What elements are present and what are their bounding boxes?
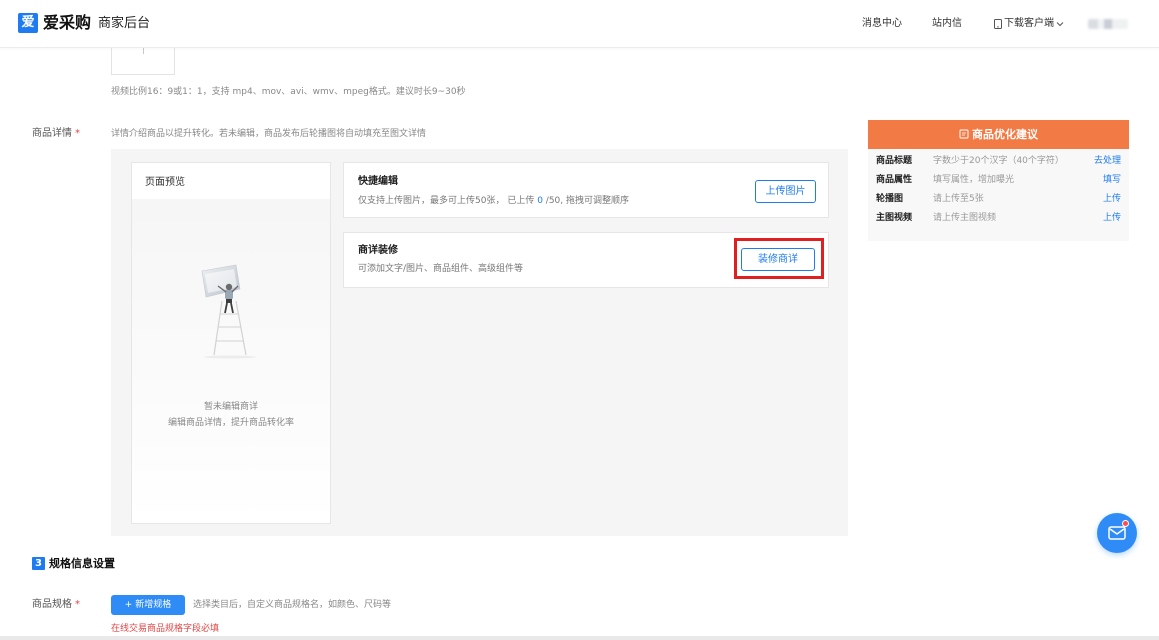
section-number-badge: 3 [32,557,45,570]
suggestion-tip: 字数少于20个汉字（40个字符） [933,156,1064,166]
spec-label-text: 商品规格 [32,599,72,610]
suggestion-name: 轮播图 [876,194,904,204]
detail-hint: 详情介绍商品以提升转化。若未编辑，商品发布后轮播图将自动填充至图文详情 [111,129,427,139]
spec-label: 商品规格 * [32,598,80,612]
mail-icon [1108,526,1126,540]
suggestion-tip: 请上传主图视频 [933,213,997,223]
detail-label: 商品详情 * [32,127,80,141]
clipboard-icon [959,129,969,139]
detail-label-text: 商品详情 [32,128,72,139]
nav-site-messages[interactable]: 站内信 [932,17,962,31]
page-preview-panel: 页面预览 暂未编辑商详 编辑商品详情，提升商品转化率 [131,162,331,524]
quick-edit-desc-suffix: /50, 拖拽可调整顺序 [542,196,629,206]
chevron-down-icon [1056,22,1064,27]
nav-download-label: 下载客户端 [1004,18,1054,29]
quick-edit-desc: 仅支持上传图片，最多可上传50张， 已上传 0 /50, 拖拽可调整顺序 [358,195,629,208]
highlight-box [734,238,824,279]
add-spec-button[interactable]: + 新增规格 [111,595,185,615]
required-mark: * [75,128,80,139]
suggestion-tip: 请上传至5张 [933,194,984,204]
spec-error-message: 在线交易商品规格字段必填 [111,624,220,634]
suggestion-name: 主图视频 [876,213,913,223]
quick-edit-title: 快捷编辑 [358,176,398,187]
quick-edit-desc-prefix: 仅支持上传图片，最多可上传50张， 已上传 [358,196,538,206]
suggestion-row: 商品属性 填写属性，增加曝光 填写 [868,172,1129,188]
top-header: 爱 爱采购 商家后台 消息中心 站内信 下载客户端 [0,0,1159,48]
preview-title: 页面预览 [145,177,185,188]
spec-hint: 选择类目后，自定义商品规格名，如颜色、尺码等 [193,600,392,610]
suggestion-action-fill[interactable]: 填写 [1103,172,1121,188]
phone-icon [994,19,1002,29]
user-avatar[interactable] [1088,19,1128,29]
suggestion-action-upload-carousel[interactable]: 上传 [1103,191,1121,207]
upload-image-button[interactable]: 上传图片 [755,180,816,203]
empty-text-line2: 编辑商品详情，提升商品转化率 [167,418,294,428]
suggestion-name: 商品属性 [876,175,913,185]
suggestion-row: 主图视频 请上传主图视频 上传 [868,210,1129,226]
suggestion-action-upload-video[interactable]: 上传 [1103,210,1121,226]
suggestion-row: 轮播图 请上传至5张 上传 [868,191,1129,207]
suggestion-header: 商品优化建议 [868,120,1129,149]
notification-dot [1122,520,1129,527]
floating-message-button[interactable] [1097,513,1137,553]
nav-message-center[interactable]: 消息中心 [862,17,902,31]
app-subtitle: 商家后台 [98,16,151,31]
empty-illustration-icon [201,264,256,359]
decor-title: 商详装修 [358,245,398,256]
quick-edit-card: 快捷编辑 仅支持上传图片，最多可上传50张， 已上传 0 /50, 拖拽可调整顺… [343,162,829,218]
suggestion-list: 商品标题 字数少于20个汉字（40个字符） 去处理 商品属性 填写属性，增加曝光… [868,149,1129,241]
suggestion-name: 商品标题 [876,156,913,166]
suggestion-row: 商品标题 字数少于20个汉字（40个字符） 去处理 [868,153,1129,169]
page-bottom-edge [0,636,1159,640]
nav-download-client[interactable]: 下载客户端 [994,17,1064,31]
logo-icon[interactable]: 爱 [18,13,38,33]
empty-text-line1: 暂未编辑商详 [203,402,258,412]
suggestion-title: 商品优化建议 [972,128,1038,141]
required-mark: * [75,599,80,610]
logo-text[interactable]: 爱采购 [43,13,91,33]
decor-desc: 可添加文字/图片、商品组件、高级组件等 [358,264,524,274]
video-format-hint: 视频比例16：9或1：1，支持 mp4、mov、avi、wmv、mpeg格式。建… [111,87,466,97]
suggestion-action-handle[interactable]: 去处理 [1094,153,1121,169]
suggestion-tip: 填写属性，增加曝光 [933,175,1015,185]
section-title: 规格信息设置 [49,557,115,570]
preview-body: 暂未编辑商详 编辑商品详情，提升商品转化率 [132,199,330,523]
